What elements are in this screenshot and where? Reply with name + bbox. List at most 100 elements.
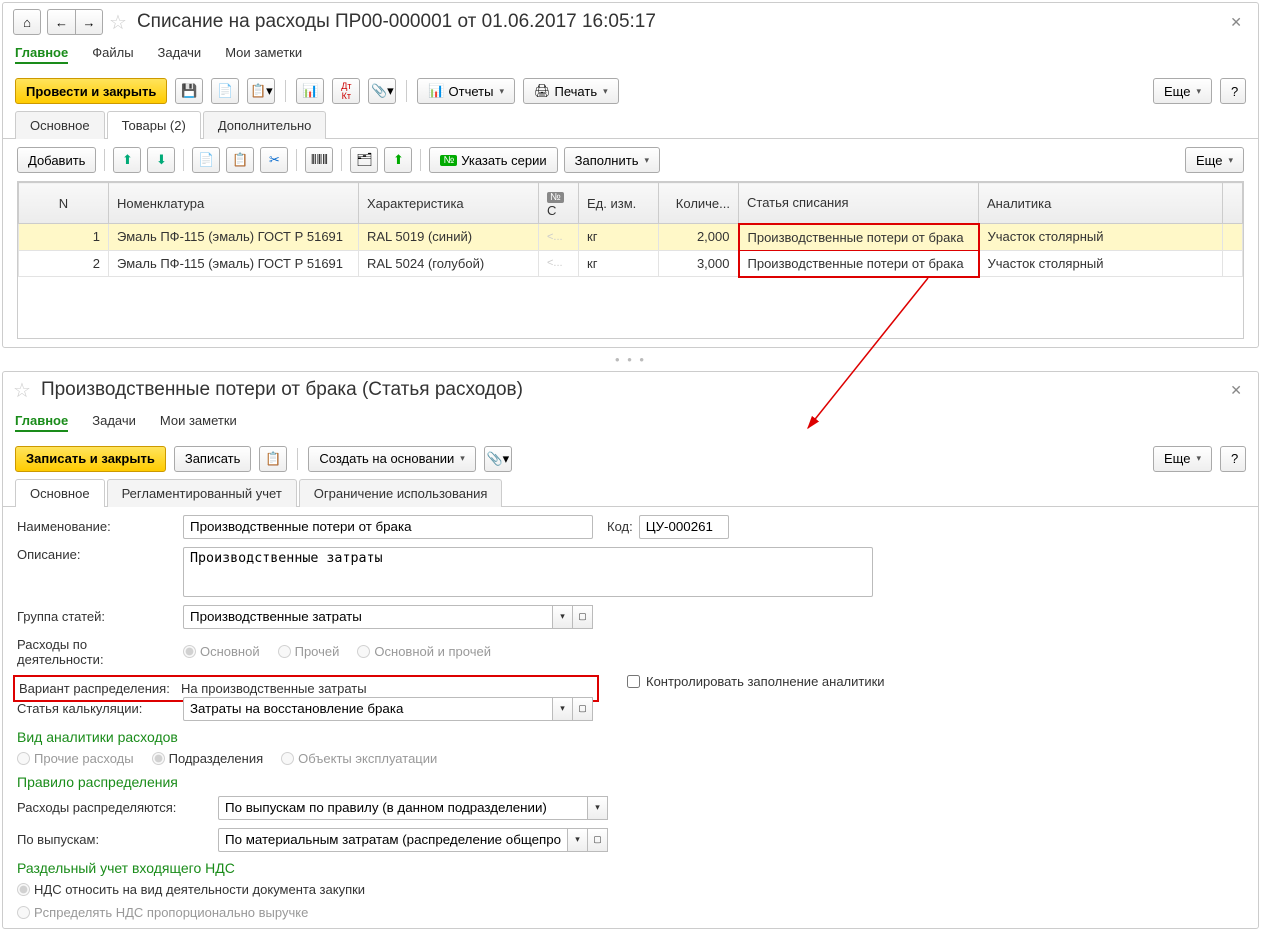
control-checkbox[interactable]: [627, 675, 640, 688]
nav-main[interactable]: Главное: [15, 45, 68, 64]
desc-input[interactable]: [183, 547, 873, 597]
code-input[interactable]: [639, 515, 729, 539]
fill-button[interactable]: Заполнить▾: [564, 147, 660, 173]
nav-tabs: Главное Файлы Задачи Мои заметки: [3, 41, 1258, 72]
write-button[interactable]: Записать: [174, 446, 252, 472]
activity-main-radio: [183, 645, 196, 658]
col-item[interactable]: Номенклатура: [109, 183, 359, 224]
post-icon[interactable]: 📄: [211, 78, 239, 104]
analytics-dept-radio: [152, 752, 165, 765]
content-tabs-2: Основное Регламентированный учет Огранич…: [3, 478, 1258, 507]
nav-tasks[interactable]: Задачи: [92, 413, 136, 432]
col-analytics[interactable]: Аналитика: [979, 183, 1223, 224]
activity-label: Расходы по деятельности:: [17, 637, 177, 667]
nav-tasks[interactable]: Задачи: [158, 45, 202, 64]
paste-row-icon[interactable]: 📋: [226, 147, 254, 173]
col-extra[interactable]: [1223, 183, 1243, 224]
vat-prop-radio: [17, 906, 30, 919]
write-and-close-button[interactable]: Записать и закрыть: [15, 446, 166, 472]
grid-more-button[interactable]: Еще▾: [1185, 147, 1244, 173]
favorite-star-icon[interactable]: ☆: [109, 10, 127, 35]
open-icon[interactable]: ▢: [573, 605, 593, 629]
copy-icon[interactable]: 📋▾: [247, 78, 275, 104]
col-qty[interactable]: Количе...: [659, 183, 739, 224]
dtkt-icon[interactable]: ДтКт: [332, 78, 360, 104]
upload-icon[interactable]: ⬆: [384, 147, 412, 173]
print-button[interactable]: 🖨 Печать▾: [523, 78, 619, 104]
open-icon[interactable]: ▢: [588, 828, 608, 852]
barcode-icon[interactable]: ⦀⦀⦀: [305, 147, 333, 173]
toolbar-2: Записать и закрыть Записать 📋 Создать на…: [3, 440, 1258, 478]
activity-both-radio: [357, 645, 370, 658]
save-icon[interactable]: 💾: [175, 78, 203, 104]
dropdown-icon[interactable]: ▾: [588, 796, 608, 820]
tab-reg[interactable]: Регламентированный учет: [107, 479, 297, 507]
reports-button[interactable]: 📊 Отчеты▾: [417, 78, 515, 104]
grid-toolbar: Добавить ⬆ ⬇ 📄 📋 ✂ ⦀⦀⦀ 🗂 ⬆ № Указать сер…: [3, 139, 1258, 181]
dropdown-icon[interactable]: ▾: [553, 697, 573, 721]
activity-other-radio: [278, 645, 291, 658]
table-row[interactable]: 2 Эмаль ПФ-115 (эмаль) ГОСТ Р 51691 RAL …: [19, 250, 1243, 277]
panel-separator[interactable]: • • •: [0, 350, 1261, 369]
create-based-button[interactable]: Создать на основании▾: [308, 446, 475, 472]
close-icon[interactable]: ✕: [1224, 382, 1248, 399]
forward-button[interactable]: →: [75, 9, 103, 35]
post-and-close-button[interactable]: Провести и закрыть: [15, 78, 167, 104]
title-bar: ⌂ ← → ☆ Списание на расходы ПР00-000001 …: [3, 3, 1258, 41]
registry-icon[interactable]: 📊: [296, 78, 324, 104]
tab-restrict[interactable]: Ограничение использования: [299, 479, 503, 507]
copy-row-icon[interactable]: 📄: [192, 147, 220, 173]
open-icon[interactable]: ▢: [573, 697, 593, 721]
home-button[interactable]: ⌂: [13, 9, 41, 35]
page-title: Списание на расходы ПР00-000001 от 01.06…: [137, 11, 656, 33]
help-button[interactable]: ?: [1220, 78, 1246, 104]
nav-files[interactable]: Файлы: [92, 45, 133, 64]
col-n[interactable]: N: [19, 183, 109, 224]
table-row[interactable]: 1 Эмаль ПФ-115 (эмаль) ГОСТ Р 51691 RAL …: [19, 224, 1243, 251]
col-char[interactable]: Характеристика: [359, 183, 539, 224]
dropdown-icon[interactable]: ▾: [568, 828, 588, 852]
rule-by-label: По выпускам:: [17, 832, 212, 847]
more-button[interactable]: Еще▾: [1153, 78, 1212, 104]
series-button[interactable]: № Указать серии: [429, 147, 557, 173]
favorite-star-icon[interactable]: ☆: [13, 378, 31, 403]
rule-dist-input[interactable]: [218, 796, 588, 820]
more-button-2[interactable]: Еще▾: [1153, 446, 1212, 472]
add-button[interactable]: Добавить: [17, 147, 96, 173]
attach-icon[interactable]: 📎▾: [484, 446, 512, 472]
main-toolbar: Провести и закрыть 💾 📄 📋▾ 📊 ДтКт 📎▾ 📊 От…: [3, 72, 1258, 110]
nav-notes[interactable]: Мои заметки: [225, 45, 302, 64]
title-bar-2: ☆ Производственные потери от брака (Стат…: [3, 372, 1258, 409]
nav-main[interactable]: Главное: [15, 413, 68, 432]
rule-by-input[interactable]: [218, 828, 568, 852]
tab-main-2[interactable]: Основное: [15, 479, 105, 507]
col-article[interactable]: Статья списания: [739, 183, 979, 224]
back-button[interactable]: ←: [47, 9, 75, 35]
list-icon[interactable]: 📋: [259, 446, 287, 472]
group-input[interactable]: [183, 605, 553, 629]
nav-tabs-2: Главное Задачи Мои заметки: [3, 409, 1258, 440]
card-icon[interactable]: 🗂: [350, 147, 378, 173]
split-icon[interactable]: ✂: [260, 147, 288, 173]
analytics-obj-radio: [281, 752, 294, 765]
move-up-icon[interactable]: ⬆: [113, 147, 141, 173]
close-icon[interactable]: ✕: [1224, 14, 1248, 31]
col-s[interactable]: № С: [539, 183, 579, 224]
control-label: Контролировать заполнение аналитики: [646, 674, 885, 689]
move-down-icon[interactable]: ⬇: [147, 147, 175, 173]
dist-value: На производственные затраты: [181, 681, 367, 696]
dropdown-icon[interactable]: ▾: [553, 605, 573, 629]
name-input[interactable]: [183, 515, 593, 539]
attach-icon[interactable]: 📎▾: [368, 78, 396, 104]
help-button-2[interactable]: ?: [1220, 446, 1246, 472]
tab-goods[interactable]: Товары (2): [107, 111, 201, 139]
name-label: Наименование:: [17, 519, 177, 534]
tab-main[interactable]: Основное: [15, 111, 105, 139]
vat-doc-radio: [17, 883, 30, 896]
calc-input[interactable]: [183, 697, 553, 721]
nav-notes[interactable]: Мои заметки: [160, 413, 237, 432]
col-unit[interactable]: Ед. изм.: [579, 183, 659, 224]
group-label: Группа статей:: [17, 609, 177, 624]
tab-additional[interactable]: Дополнительно: [203, 111, 327, 139]
dist-label: Вариант распределения:: [19, 681, 175, 696]
